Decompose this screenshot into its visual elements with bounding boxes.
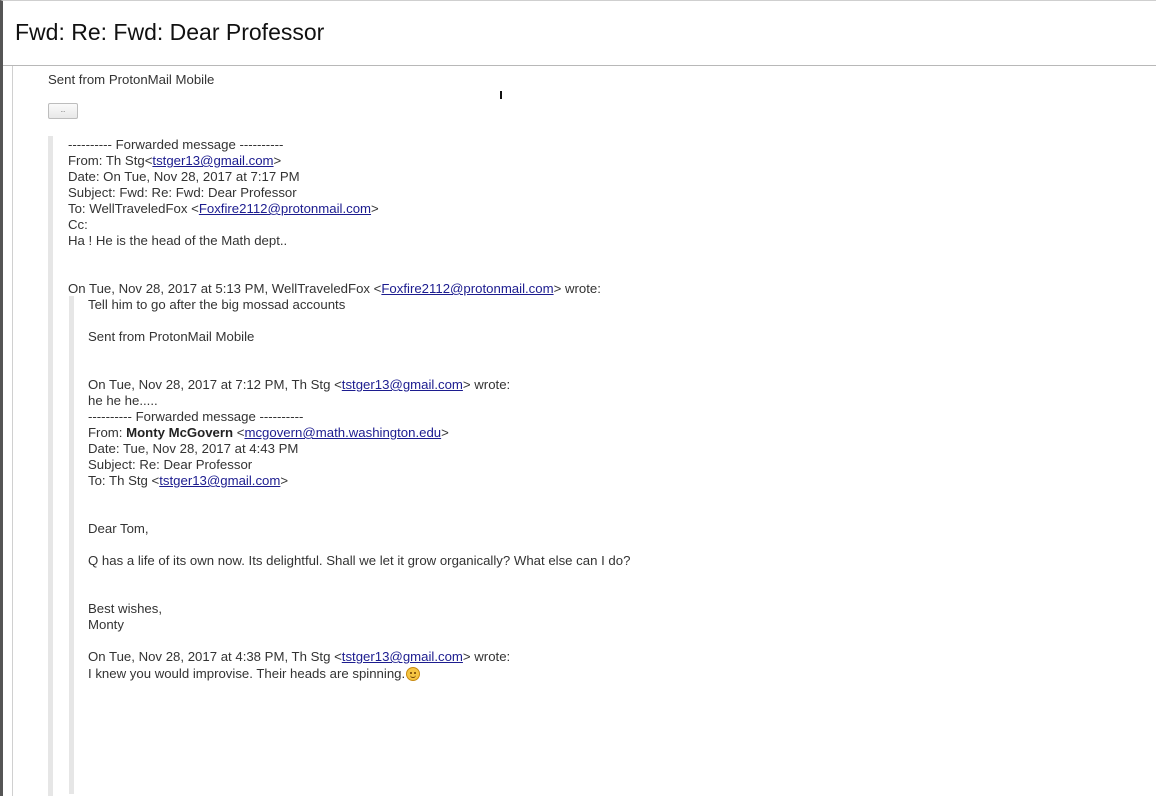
recipient-email-link[interactable]: tstger13@gmail.com [159, 473, 280, 488]
quote-bar-inner [69, 296, 74, 794]
text-cursor-icon [500, 91, 502, 99]
sender-name: Monty McGovern [126, 425, 234, 440]
reply-attribution: On Tue, Nov 28, 2017 at 5:13 PM, WellTra… [68, 281, 601, 296]
forward2-date: Date: Tue, Nov 28, 2017 at 4:43 PM [88, 441, 299, 456]
forward2-subject: Subject: Re: Dear Professor [88, 457, 253, 472]
forward-cc: Cc: [68, 217, 88, 232]
reply2-body: he he he..... [88, 393, 158, 408]
attribution-email-link[interactable]: Foxfire2112@protonmail.com [381, 281, 553, 296]
forward2-separator: ---------- Forwarded message ---------- [88, 409, 304, 424]
email-subject: Fwd: Re: Fwd: Dear Professor [15, 19, 325, 45]
signature-top: Sent from ProtonMail Mobile [48, 72, 215, 87]
reply3-attribution: On Tue, Nov 28, 2017 at 4:38 PM, Th Stg … [88, 649, 511, 664]
email-body: Sent from ProtonMail Mobile ... --------… [12, 66, 1156, 796]
message-closing: Best wishes, [88, 601, 163, 616]
message-signature-name: Monty [88, 617, 124, 632]
subject-header: Fwd: Re: Fwd: Dear Professor [3, 1, 1156, 66]
message-greeting: Dear Tom, [88, 521, 149, 536]
smiley-face-icon [406, 667, 421, 681]
email-window: Fwd: Re: Fwd: Dear Professor Sent from P… [0, 0, 1156, 796]
reply3-body: I knew you would improvise. Their heads … [88, 666, 421, 682]
forward-from: From: Th Stg<tstger13@gmail.com> [68, 153, 282, 168]
attribution3-email-link[interactable]: tstger13@gmail.com [342, 649, 463, 664]
to-email-link[interactable]: Foxfire2112@protonmail.com [199, 201, 371, 216]
sender-email-link[interactable]: mcgovern@math.washington.edu [244, 425, 441, 440]
forward-to: To: WellTraveledFox <Foxfire2112@protonm… [68, 201, 379, 216]
reply2-attribution: On Tue, Nov 28, 2017 at 7:12 PM, Th Stg … [88, 377, 511, 392]
reply-signature: Sent from ProtonMail Mobile [88, 329, 255, 344]
reply-body: Tell him to go after the big mossad acco… [88, 297, 346, 312]
message-body: Q has a life of its own now. Its delight… [88, 553, 631, 568]
forward-subject: Subject: Fwd: Re: Fwd: Dear Professor [68, 185, 297, 200]
forward2-to: To: Th Stg <tstger13@gmail.com> [88, 473, 289, 488]
forward-date: Date: On Tue, Nov 28, 2017 at 7:17 PM [68, 169, 300, 184]
quote-bar-outer [48, 136, 53, 796]
forward-body: Ha ! He is the head of the Math dept.. [68, 233, 288, 248]
forward2-from: From: Monty McGovern <mcgovern@math.wash… [88, 425, 449, 440]
forward-separator: ---------- Forwarded message ---------- [68, 137, 284, 152]
from-email-link[interactable]: tstger13@gmail.com [152, 153, 273, 168]
show-quoted-text-button[interactable]: ... [48, 103, 78, 119]
attribution2-email-link[interactable]: tstger13@gmail.com [342, 377, 463, 392]
